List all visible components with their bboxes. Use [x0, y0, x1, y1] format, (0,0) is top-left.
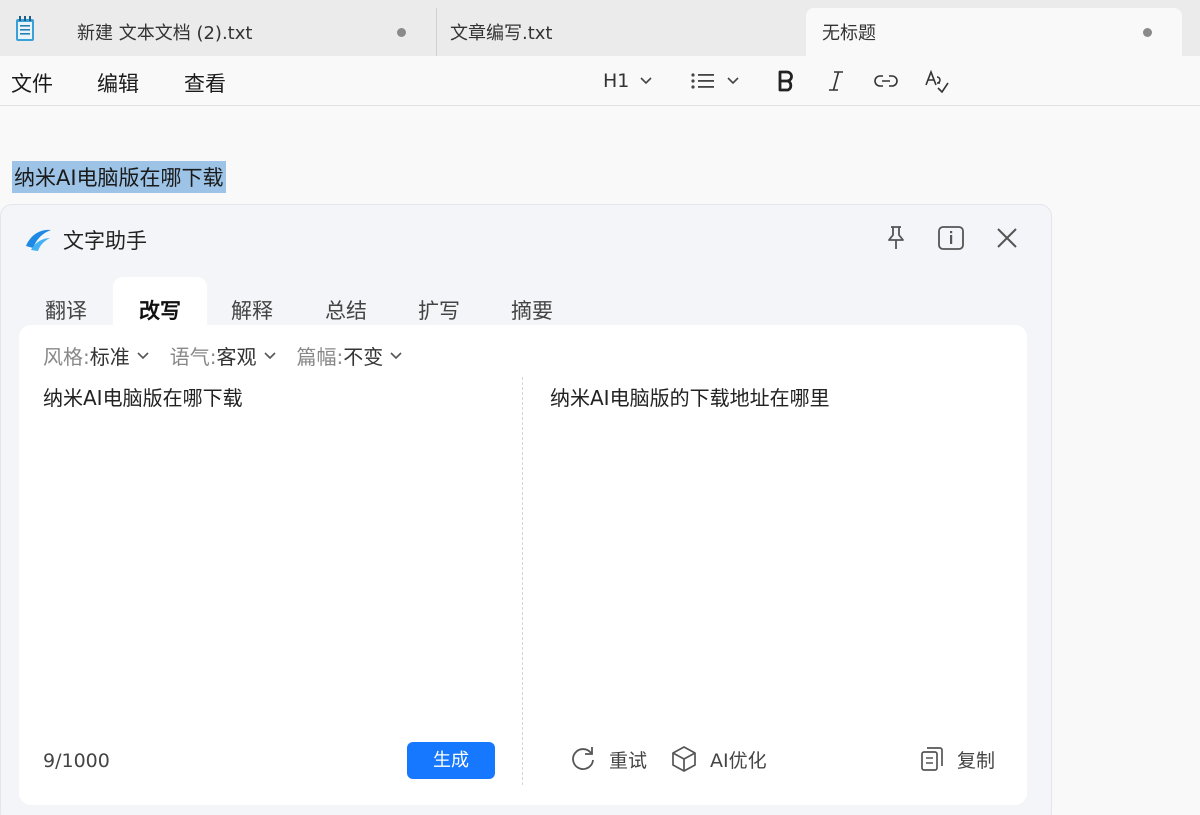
style-dropdown[interactable]: 风格: 标准 — [43, 341, 150, 370]
heading-dropdown[interactable]: H1 — [603, 68, 653, 94]
menu-edit[interactable]: 编辑 — [97, 68, 139, 98]
copy-button[interactable]: 复制 — [919, 745, 995, 773]
pin-icon — [888, 226, 904, 249]
length-value: 不变 — [343, 345, 384, 369]
character-counter: 9/1000 — [43, 750, 110, 772]
panel-title: 文字助手 — [63, 229, 147, 253]
refresh-icon — [572, 747, 594, 770]
retry-label: 重试 — [609, 749, 648, 772]
ai-optimize-label: AI优化 — [710, 749, 767, 772]
tab-rewrite[interactable]: 改写 — [113, 277, 207, 327]
chevron-down-icon — [137, 351, 149, 359]
heading-label: H1 — [603, 70, 630, 92]
italic-icon — [829, 71, 843, 91]
tab-article[interactable]: 文章编写.txt — [436, 8, 806, 56]
list-icon — [691, 73, 714, 89]
tab-title: 文章编写.txt — [450, 23, 553, 44]
info-button[interactable] — [936, 223, 966, 253]
rewrite-output-text: 纳米AI电脑版的下载地址在哪里 — [550, 386, 830, 410]
chevron-down-icon — [263, 351, 276, 359]
bold-button[interactable] — [776, 68, 796, 94]
source-text-input[interactable]: 纳米AI电脑版在哪下载 — [43, 382, 243, 411]
list-dropdown[interactable] — [690, 68, 740, 94]
chevron-down-icon — [390, 351, 402, 359]
ai-optimize-button[interactable]: AI优化 — [670, 745, 767, 773]
menu-view[interactable]: 查看 — [184, 68, 226, 98]
length-dropdown[interactable]: 篇幅: 不变 — [297, 341, 404, 370]
tab-abstract[interactable]: 摘要 — [485, 277, 579, 327]
italic-button[interactable] — [826, 68, 846, 94]
chevron-down-icon — [727, 77, 739, 85]
tone-value: 客观 — [216, 345, 257, 369]
rewrite-card: 风格: 标准 语气: 客观 篇幅: 不变 纳米AI电脑版在哪下载 纳米AI电脑版… — [19, 325, 1027, 805]
spellcheck-icon — [925, 69, 949, 93]
bold-icon — [778, 70, 793, 92]
retry-button[interactable]: 重试 — [569, 745, 647, 773]
close-icon — [997, 228, 1017, 248]
writing-assistant-panel: 文字助手 翻译 改写 解释 总结 扩写 摘要 风格: 标准 语气: 客观 篇幅:… — [0, 204, 1052, 815]
link-icon — [874, 75, 898, 87]
info-icon — [938, 226, 964, 250]
menu-file[interactable]: 文件 — [11, 68, 53, 98]
assistant-logo-icon — [23, 224, 53, 254]
generate-button[interactable]: 生成 — [407, 742, 495, 779]
unsaved-dot-icon[interactable] — [397, 28, 406, 37]
document-selected-line[interactable]: 纳米AI电脑版在哪下载 — [12, 161, 226, 193]
tab-bar: 新建 文本文档 (2).txt 文章编写.txt 无标题 — [0, 0, 1200, 56]
copy-label: 复制 — [957, 749, 996, 772]
tab-summarize[interactable]: 总结 — [299, 277, 393, 327]
style-label: 风格: — [43, 345, 90, 369]
tab-translate[interactable]: 翻译 — [19, 277, 113, 327]
length-label: 篇幅: — [296, 345, 344, 369]
tab-new-text-doc[interactable]: 新建 文本文档 (2).txt — [62, 8, 434, 56]
rewrite-options: 风格: 标准 语气: 客观 篇幅: 不变 — [43, 341, 403, 370]
close-button[interactable] — [992, 223, 1022, 253]
copy-icon — [921, 747, 943, 771]
menu-bar: 文件 编辑 查看 H1 — [0, 56, 1200, 106]
style-value: 标准 — [89, 345, 130, 369]
cube-icon — [672, 746, 696, 772]
tone-label: 语气: — [169, 345, 217, 369]
chevron-down-icon — [640, 77, 652, 85]
notepad-app-icon — [14, 16, 36, 42]
tab-expand[interactable]: 扩写 — [392, 277, 486, 327]
tab-title: 无标题 — [822, 23, 876, 44]
tone-dropdown[interactable]: 语气: 客观 — [170, 341, 277, 370]
spellcheck-button[interactable] — [924, 68, 950, 94]
column-divider — [522, 377, 523, 785]
unsaved-dot-icon[interactable] — [1143, 28, 1152, 37]
pin-button[interactable] — [881, 223, 911, 253]
link-button[interactable] — [874, 68, 898, 94]
tab-explain[interactable]: 解释 — [205, 277, 299, 327]
tab-title: 新建 文本文档 (2).txt — [77, 23, 253, 44]
tab-untitled[interactable]: 无标题 — [806, 8, 1182, 56]
